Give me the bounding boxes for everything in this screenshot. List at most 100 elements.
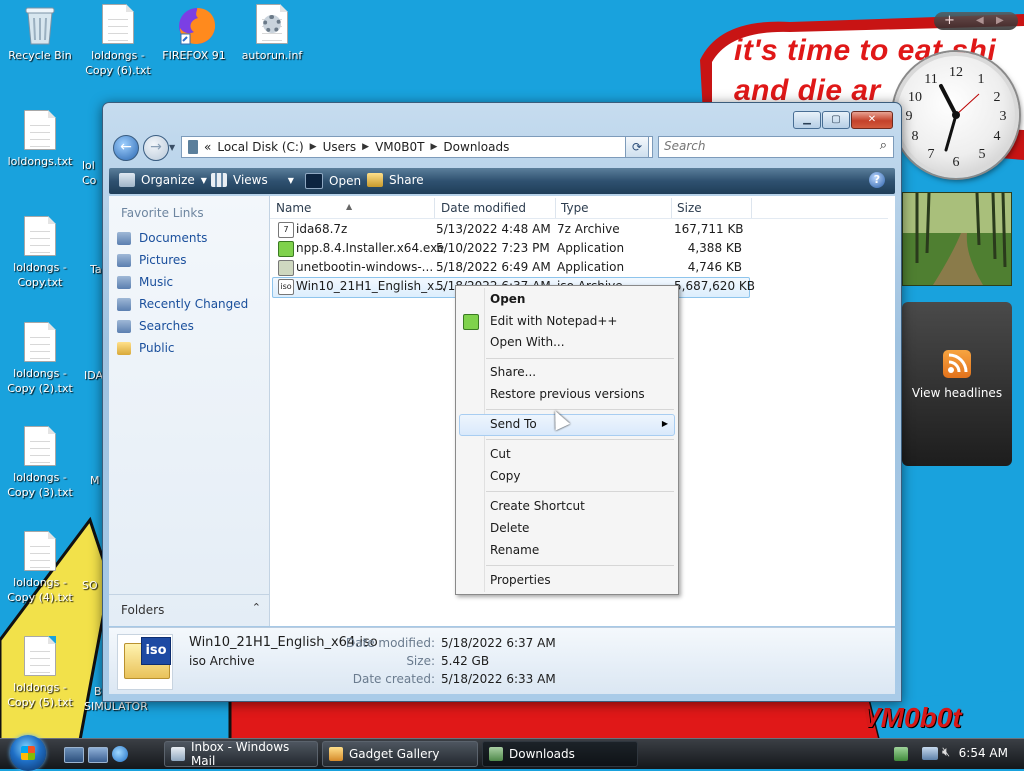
menu-item-open-with[interactable]: Open With... <box>490 335 565 349</box>
close-button[interactable]: ✕ <box>851 111 893 129</box>
minimize-button[interactable]: ▁ <box>793 111 821 129</box>
desktop-icon-label: loldongs - Copy (3).txt <box>7 471 73 499</box>
context-menu: Open Edit with Notepad++ Open With... Sh… <box>455 285 679 595</box>
breadcrumb-vm0b0t[interactable]: VM0B0T <box>375 140 424 154</box>
add-gadget-icon[interactable]: + <box>944 13 955 28</box>
command-bar: Organize ▼ Views ▼ Open Share ? <box>109 168 895 194</box>
slideshow-gadget[interactable] <box>902 192 1012 286</box>
file-row-ida[interactable]: 7 ida68.7z 5/13/2022 4:48 AM 7z Archive … <box>272 220 748 239</box>
nav-link-documents[interactable]: Documents <box>117 231 207 245</box>
file-row-unetbootin[interactable]: unetbootin-windows-... 5/18/2022 6:49 AM… <box>272 258 748 277</box>
desktop-icon-loldongs-copy-6[interactable]: loldongs - Copy (6).txt <box>78 4 158 78</box>
organize-icon <box>119 173 135 187</box>
desktop-icon-loldongs-copy-2[interactable]: loldongs - Copy (2).txt <box>0 322 80 396</box>
search-icon[interactable]: ⌕ <box>880 138 887 153</box>
breadcrumb-separator-icon[interactable]: ▶ <box>431 142 438 152</box>
taskbar-item-downloads[interactable]: Downloads <box>482 741 638 767</box>
address-bar[interactable]: « Local Disk (C:) ▶ Users ▶ VM0B0T ▶ Dow… <box>181 136 653 158</box>
breadcrumb-local-disk[interactable]: Local Disk (C:) <box>217 140 303 154</box>
desktop-icon-label: loldongs - Copy (4).txt <box>7 576 73 604</box>
organize-button[interactable]: Organize ▼ <box>119 173 207 187</box>
menu-item-restore-previous-versions[interactable]: Restore previous versions <box>490 387 645 401</box>
switch-windows-icon[interactable] <box>88 747 108 763</box>
show-desktop-icon[interactable] <box>64 747 84 763</box>
desktop-icon-partial[interactable]: IDA <box>84 368 104 383</box>
menu-item-properties[interactable]: Properties <box>490 573 551 587</box>
settings-file-icon <box>254 4 290 44</box>
desktop-icon-loldongs-copy-4[interactable]: loldongs - Copy (4).txt <box>0 531 80 605</box>
internet-explorer-icon[interactable] <box>112 746 128 762</box>
desktop-icon-autorun[interactable]: autorun.inf <box>232 4 312 63</box>
column-header-size[interactable]: Size <box>671 198 752 218</box>
start-button[interactable] <box>10 735 46 771</box>
desktop-icon-loldongs[interactable]: loldongs.txt <box>0 110 80 169</box>
taskbar-item-windows-mail[interactable]: Inbox - Windows Mail <box>164 740 318 768</box>
folders-toggle[interactable]: Folders ⌃ <box>109 594 269 625</box>
breadcrumb-separator-icon[interactable]: ▶ <box>362 142 369 152</box>
menu-item-edit-notepad-plus-plus[interactable]: Edit with Notepad++ <box>490 314 617 328</box>
next-icon[interactable]: ▶ <box>996 15 1004 26</box>
file-date: 5/18/2022 6:49 AM <box>436 260 551 274</box>
nav-link-searches[interactable]: Searches <box>117 319 194 333</box>
desktop-icon-loldongs-copy-3[interactable]: loldongs - Copy (3).txt <box>0 426 80 500</box>
column-header-date-modified[interactable]: Date modified <box>435 198 556 218</box>
taskbar-clock[interactable]: 6:54 AM <box>959 746 1008 760</box>
file-name: unetbootin-windows-... <box>296 260 434 274</box>
desktop-icon-loldongs-copy-5[interactable]: loldongs - Copy (5).txt <box>0 636 80 710</box>
menu-item-rename[interactable]: Rename <box>490 543 539 557</box>
taskbar-item-gadget-gallery[interactable]: Gadget Gallery <box>322 741 478 767</box>
back-button[interactable]: ← <box>113 135 139 161</box>
desktop-icon-loldongs-copy[interactable]: loldongs - Copy.txt <box>0 216 80 290</box>
svg-text:8: 8 <box>912 129 919 144</box>
search-input[interactable] <box>659 137 869 155</box>
address-chevron[interactable]: « <box>204 140 211 154</box>
open-button[interactable]: Open <box>305 173 361 189</box>
desktop-icon-partial[interactable]: SO <box>82 578 104 593</box>
gadget-sidebar-controls[interactable]: + ◀ ▶ <box>934 12 1018 30</box>
forward-button[interactable]: → <box>143 135 169 161</box>
breadcrumb-separator-icon[interactable]: ▶ <box>310 142 317 152</box>
search-box[interactable]: ⌕ <box>658 136 894 158</box>
column-header-name[interactable]: Name ▲ <box>270 198 435 218</box>
maximize-button[interactable]: ▢ <box>822 111 850 129</box>
nav-link-public[interactable]: Public <box>117 341 175 355</box>
feed-headlines-gadget[interactable]: View headlines <box>902 302 1012 466</box>
recent-pages-dropdown[interactable]: ▼ <box>169 143 175 152</box>
nav-link-label: Public <box>139 341 175 355</box>
menu-item-copy[interactable]: Copy <box>490 469 520 483</box>
menu-item-share[interactable]: Share... <box>490 365 536 379</box>
volume-muted-icon[interactable]: 🔇︎ <box>942 745 950 760</box>
nav-link-music[interactable]: Music <box>117 275 173 289</box>
clock-face-icon: 12 12 3 45 6 78 9 1011 <box>906 65 1007 170</box>
help-icon[interactable]: ? <box>869 172 885 188</box>
column-header-type[interactable]: Type <box>555 198 672 218</box>
desktop-icon-firefox[interactable]: FIREFOX 91 <box>154 4 234 63</box>
text-document-icon <box>24 322 56 362</box>
chevron-down-icon: ▼ <box>200 175 207 185</box>
nav-link-recently-changed[interactable]: Recently Changed <box>117 297 248 311</box>
desktop-icon-partial[interactable]: lol Co <box>82 158 104 188</box>
nav-link-pictures[interactable]: Pictures <box>117 253 187 267</box>
menu-item-cut[interactable]: Cut <box>490 447 511 461</box>
view-headlines-label[interactable]: View headlines <box>902 386 1012 400</box>
windows-mail-icon <box>171 747 185 761</box>
menu-item-open[interactable]: Open <box>490 292 525 306</box>
breadcrumb-users[interactable]: Users <box>323 140 357 154</box>
menu-item-delete[interactable]: Delete <box>490 521 529 535</box>
previous-icon[interactable]: ◀ <box>976 15 984 26</box>
views-button[interactable]: Views ▼ <box>211 173 294 187</box>
clock-gadget[interactable]: 12 1 2 3 45 6 78 9 10 11 <box>893 52 1019 178</box>
tray-app-icon[interactable] <box>894 747 908 761</box>
svg-text:6: 6 <box>953 155 960 170</box>
file-row-npp[interactable]: npp.8.4.Installer.x64.exe 5/10/2022 7:23… <box>272 239 748 258</box>
text-document-icon <box>102 4 134 44</box>
menu-item-create-shortcut[interactable]: Create Shortcut <box>490 499 585 513</box>
share-button[interactable]: Share <box>367 173 424 187</box>
nav-link-label: Pictures <box>139 253 187 267</box>
refresh-button[interactable]: ⟳ <box>625 136 649 158</box>
menu-item-send-to[interactable]: Send To <box>490 417 537 431</box>
desktop-icon-recycle-bin[interactable]: Recycle Bin <box>0 4 80 63</box>
details-size: 5.42 GB <box>441 654 490 668</box>
breadcrumb-downloads[interactable]: Downloads <box>443 140 509 154</box>
network-icon[interactable] <box>922 747 938 760</box>
